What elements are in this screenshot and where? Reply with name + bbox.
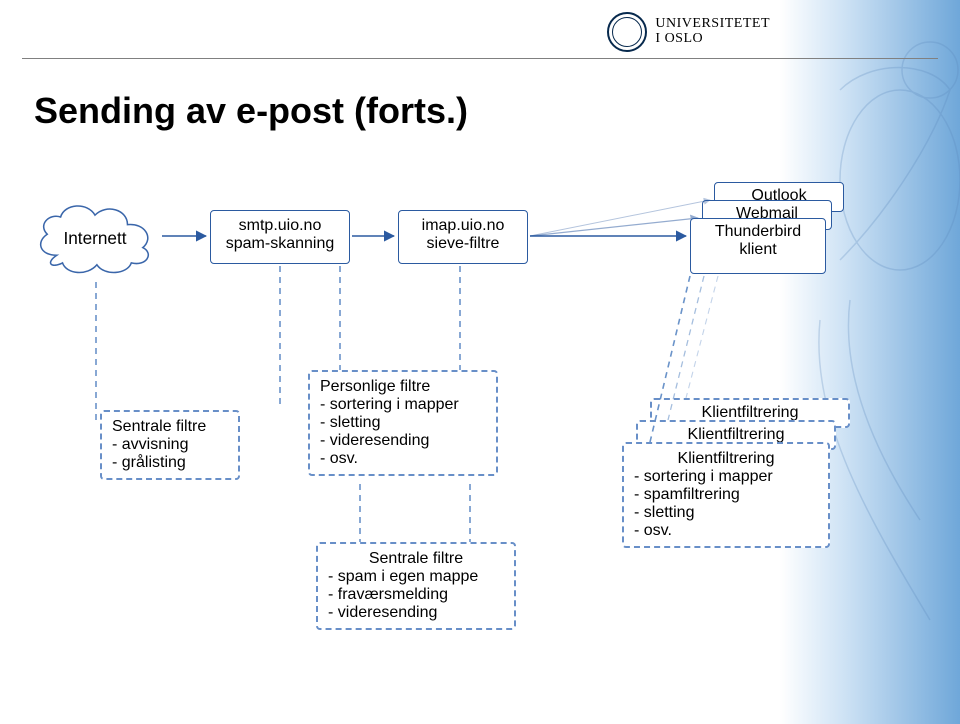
imap-node: imap.uio.no sieve-filtre [398, 210, 528, 264]
personal-filter: Personlige filtre - sortering i mapper -… [308, 370, 498, 476]
personal-item: - osv. [320, 450, 486, 468]
client-thunderbird-label: Thunderbird [691, 223, 825, 241]
smtp-sub: spam-skanning [221, 235, 339, 253]
imap-sub: sieve-filtre [409, 235, 517, 253]
client-klient-label: klient [691, 241, 825, 259]
personal-item: - sletting [320, 414, 486, 432]
central-mid-title: Sentrale filtre [328, 550, 504, 568]
client-filter-item: - sortering i mapper [634, 468, 818, 486]
client-filter-item: - spamfiltrering [634, 486, 818, 504]
client-filter-item: - sletting [634, 504, 818, 522]
imap-host: imap.uio.no [409, 217, 517, 235]
smtp-host: smtp.uio.no [221, 217, 339, 235]
page-title: Sending av e-post (forts.) [34, 90, 468, 132]
central-filter-mid: Sentrale filtre - spam i egen mappe - fr… [316, 542, 516, 630]
internet-label: Internett [63, 228, 126, 248]
client-filter-item: - osv. [634, 522, 818, 540]
seal-icon [607, 12, 647, 52]
client-filter-title: Klientfiltrering [634, 450, 818, 468]
smtp-node: smtp.uio.no spam-skanning [210, 210, 350, 264]
central-left-title: Sentrale filtre [112, 418, 228, 436]
header-separator [22, 58, 938, 59]
org-name-line2: I OSLO [655, 32, 770, 47]
background-figure [780, 0, 960, 724]
client-thunderbird: Thunderbird klient [690, 218, 826, 274]
central-left-item: - avvisning [112, 436, 228, 454]
org-logo: UNIVERSITETET I OSLO [607, 12, 770, 52]
central-mid-item: - videresending [328, 604, 504, 622]
personal-item: - videresending [320, 432, 486, 450]
central-mid-item: - fraværsmelding [328, 586, 504, 604]
personal-title: Personlige filtre [320, 378, 486, 396]
central-filter-left: Sentrale filtre - avvisning - grålisting [100, 410, 240, 480]
client-filter-front: Klientfiltrering - sortering i mapper - … [622, 442, 830, 548]
personal-item: - sortering i mapper [320, 396, 486, 414]
client-filter-title-back2: Klientfiltrering [702, 404, 799, 421]
central-mid-item: - spam i egen mappe [328, 568, 504, 586]
org-name-line1: UNIVERSITETET [655, 17, 770, 32]
client-filter-title-back1: Klientfiltrering [688, 426, 785, 443]
central-left-item: - grålisting [112, 454, 228, 472]
internet-cloud: Internett [26, 196, 164, 282]
